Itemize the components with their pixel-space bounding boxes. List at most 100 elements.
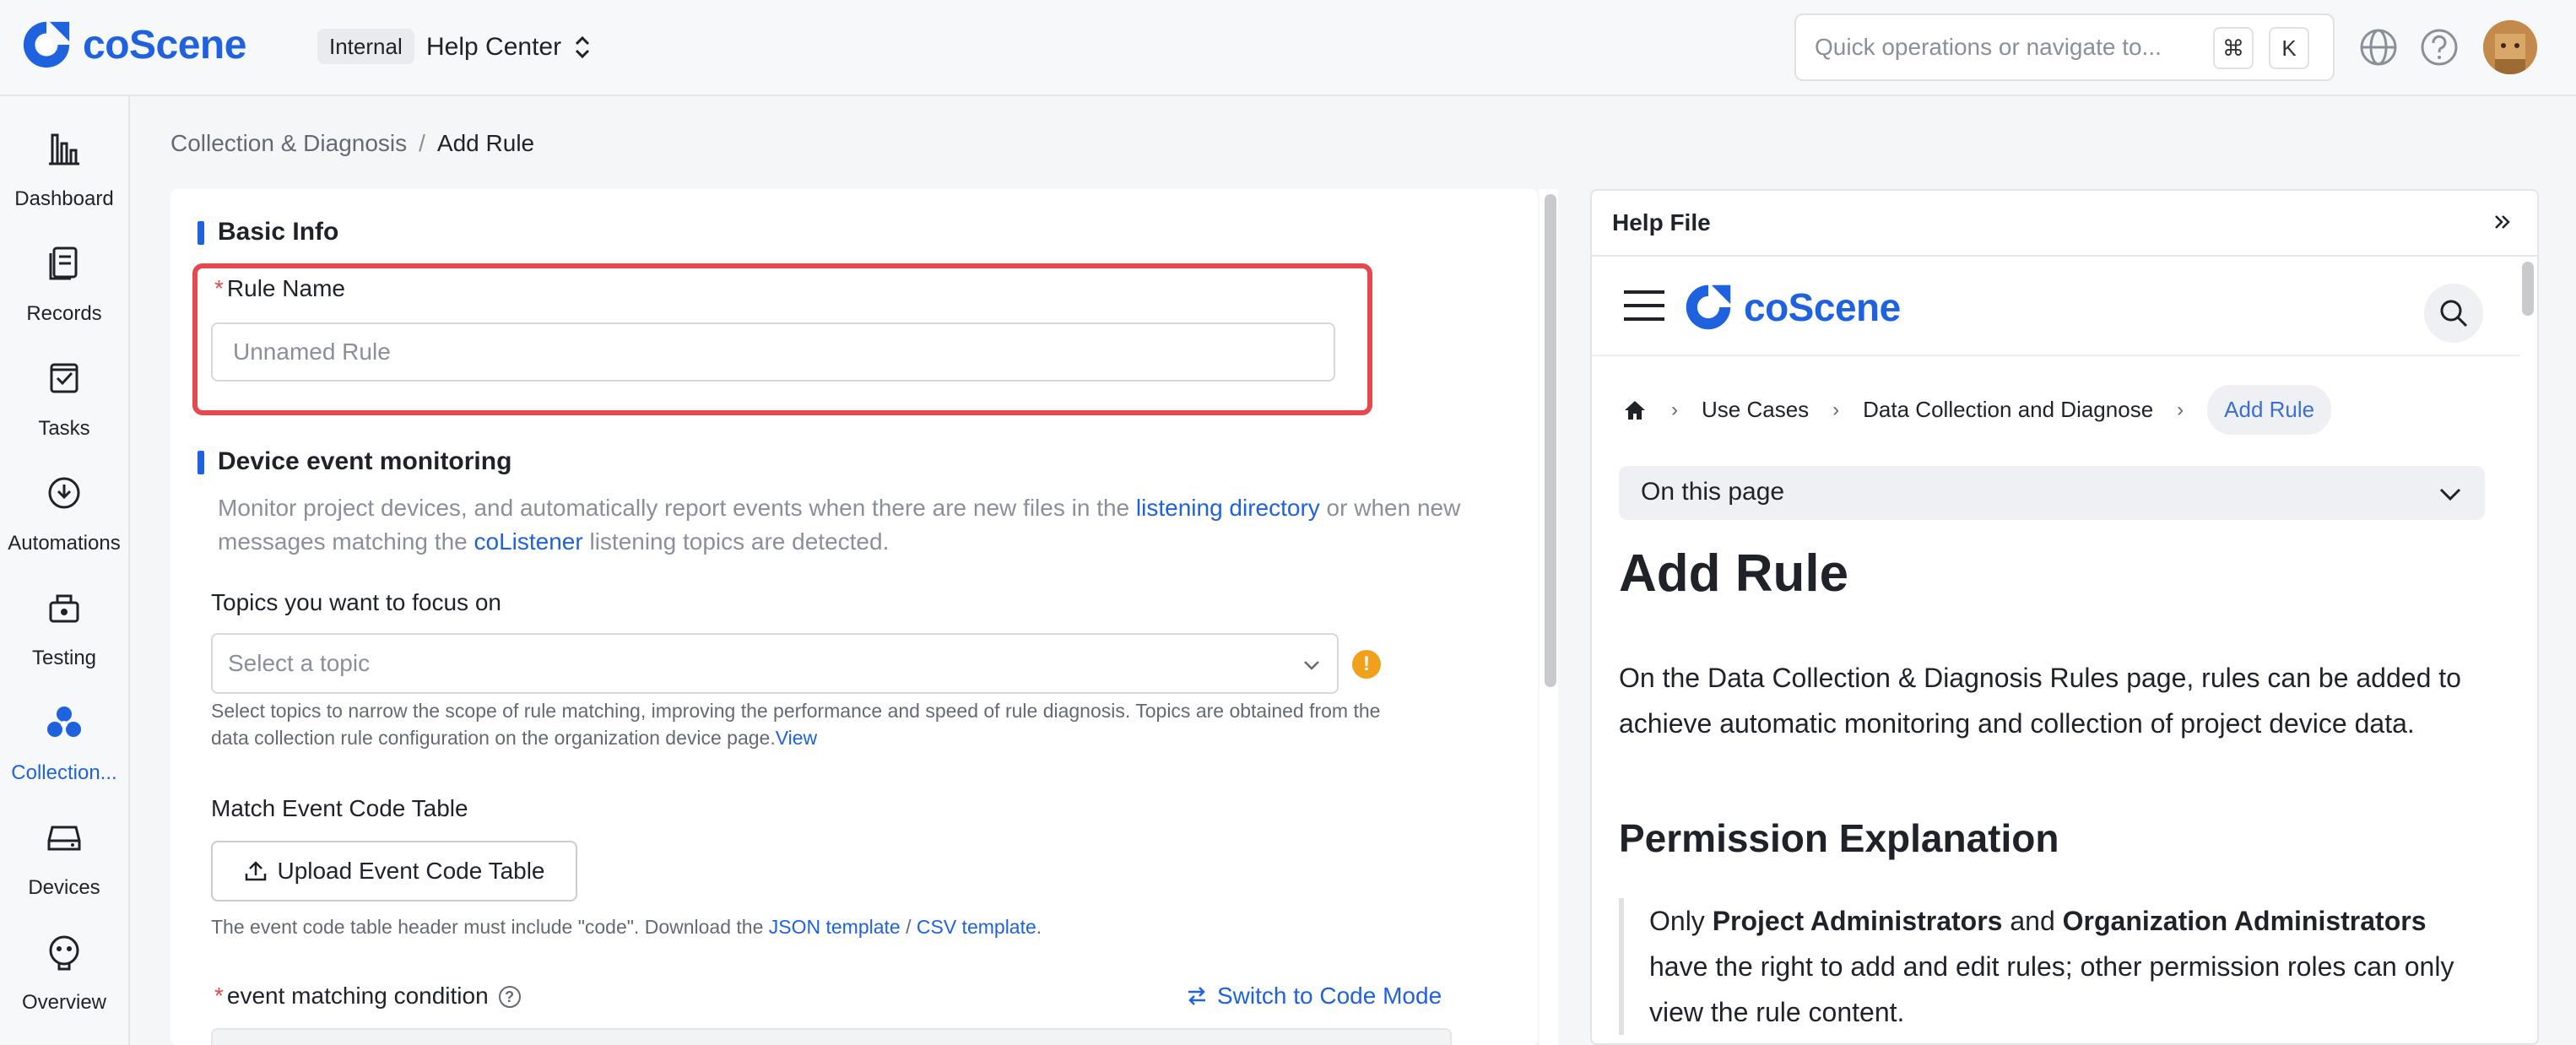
sidebar-item-tasks[interactable]: Tasks: [0, 346, 128, 447]
quote-text: have the right to add and edit rules; ot…: [1649, 951, 2454, 1027]
home-icon: [1625, 400, 1645, 420]
quote-text: and: [2002, 906, 2063, 936]
quote-bold: Project Administrators: [1712, 906, 2003, 936]
sidebar-item-records[interactable]: Records: [0, 231, 128, 333]
rule-name-input[interactable]: [211, 322, 1335, 382]
help-circle-icon[interactable]: [2419, 27, 2460, 68]
sidebar-item-dashboard[interactable]: Dashboard: [0, 116, 128, 218]
sidebar-item-label: Devices: [28, 876, 100, 899]
project-switch-icon[interactable]: [572, 32, 593, 62]
csv-template-link[interactable]: CSV template: [917, 916, 1036, 938]
avatar-image-icon: [2483, 20, 2537, 74]
doc-search-button[interactable]: [2424, 284, 2483, 343]
rule-name-label-text: Rule Name: [226, 275, 345, 301]
warning-icon[interactable]: !: [1352, 650, 1381, 679]
listening-directory-link[interactable]: listening directory: [1136, 495, 1320, 521]
form-scrollbar[interactable]: [1545, 194, 1556, 687]
question-circle-icon[interactable]: ?: [498, 986, 521, 1008]
event-code-table-label: Match Event Code Table: [211, 795, 468, 821]
json-template-link[interactable]: JSON template: [769, 916, 901, 938]
sidebar-item-label: Testing: [31, 647, 97, 669]
on-this-page-toggle[interactable]: On this page: [1619, 466, 2485, 520]
sidebar-item-label: Collection...: [11, 761, 117, 784]
doc-crumb-data-collection[interactable]: Data Collection and Diagnose: [1863, 397, 2153, 423]
search-placeholder: Quick operations or navigate to...: [1815, 34, 2162, 60]
event-condition-label: * event matching condition?: [214, 983, 521, 1010]
chevron-right-icon: ›: [1832, 398, 1840, 421]
colistener-link[interactable]: coListener: [474, 528, 583, 555]
sidebar-item-devices[interactable]: Devices: [0, 805, 128, 907]
top-header: coScene Internal Help Center Quick opera…: [0, 0, 2576, 96]
rule-name-label: * Rule Name: [214, 275, 345, 302]
monitoring-description: Monitor project devices, and automatical…: [218, 491, 1501, 559]
required-mark: *: [214, 983, 224, 1009]
help-scrollbar[interactable]: [2522, 262, 2534, 316]
testing-icon: [49, 594, 79, 623]
breadcrumb: Collection & Diagnosis / Add Rule: [170, 128, 534, 159]
sidebar-item-testing[interactable]: Testing: [0, 576, 128, 677]
globe-icon[interactable]: [2358, 27, 2399, 68]
sidebar-item-label: Records: [26, 302, 102, 325]
quote-text: Only: [1649, 906, 1713, 936]
left-sidebar: Dashboard Records Tasks Automations Test…: [0, 96, 130, 1045]
sidebar-item-automations[interactable]: Automations: [0, 461, 128, 562]
shortcut-mod-key: ⌘: [2213, 27, 2254, 69]
desc-text: listening topics are detected.: [582, 528, 890, 555]
switch-mode-label: Switch to Code Mode: [1217, 983, 1442, 1009]
desc-text: Monitor project devices, and automatical…: [218, 495, 1136, 521]
bar-chart-icon: [49, 133, 79, 165]
doc-crumb-use-cases[interactable]: Use Cases: [1702, 397, 1809, 423]
coscene-logo-icon: [23, 21, 70, 68]
chevron-right-icon: ›: [2177, 398, 2184, 421]
sidebar-item-overview[interactable]: Overview: [0, 920, 128, 1021]
help-panel-header: Help File: [1592, 191, 2537, 257]
project-name[interactable]: Help Center: [426, 30, 561, 64]
menu-icon[interactable]: [1622, 287, 1666, 324]
doc-brand-logo[interactable]: coScene: [1683, 282, 1901, 333]
topics-label: Topics you want to focus on: [211, 589, 501, 615]
help-panel-title: Help File: [1612, 209, 1711, 236]
automations-icon: [48, 477, 80, 509]
sidebar-item-label: Overview: [21, 991, 107, 1014]
brand-name: coScene: [83, 22, 246, 68]
condition-editor[interactable]: [211, 1028, 1452, 1045]
sidebar-item-label: Automations: [8, 532, 121, 555]
collapse-double-chevron-icon[interactable]: [2490, 209, 2515, 235]
doc-breadcrumb: › Use Cases › Data Collection and Diagno…: [1622, 385, 2332, 435]
doc-intro: On the Data Collection & Diagnosis Rules…: [1619, 663, 2461, 739]
help-panel: Help File coScene › Use Cases › Data Col…: [1590, 189, 2539, 1045]
devices-icon: [47, 826, 81, 851]
shortcut-k-key: K: [2269, 27, 2309, 69]
search-icon: [2440, 300, 2468, 328]
home-crumb[interactable]: [1622, 398, 1648, 423]
sidebar-item-label: Tasks: [38, 417, 90, 440]
doc-brand-name: coScene: [1744, 285, 1901, 329]
breadcrumb-separator: /: [419, 130, 425, 156]
hint-text: The event code table header must include…: [211, 916, 769, 938]
code-table-hint: The event code table header must include…: [211, 913, 1410, 940]
doc-navbar: coScene: [1592, 258, 2520, 356]
breadcrumb-parent[interactable]: Collection & Diagnosis: [170, 130, 407, 156]
tasks-icon: [50, 363, 78, 393]
upload-button-label: Upload Event Code Table: [277, 858, 545, 884]
event-condition-label-text: event matching condition: [226, 983, 489, 1009]
coscene-logo-icon: [1686, 284, 1731, 330]
topic-select[interactable]: Select a topic: [211, 633, 1339, 694]
view-topics-link[interactable]: View: [776, 727, 817, 749]
swap-icon: [1188, 987, 1205, 1005]
project-visibility-tag: Internal: [317, 29, 414, 64]
on-this-page-label: On this page: [1641, 478, 1785, 506]
user-avatar[interactable]: [2483, 20, 2537, 74]
records-icon: [49, 246, 78, 280]
sidebar-item-collection[interactable]: Collection...: [0, 690, 128, 792]
upload-event-code-button[interactable]: Upload Event Code Table: [211, 841, 577, 902]
switch-code-mode-button[interactable]: Switch to Code Mode: [1185, 983, 1442, 1010]
chevron-down-icon: [1304, 661, 1319, 670]
doc-crumb-current[interactable]: Add Rule: [2207, 385, 2332, 435]
command-search[interactable]: Quick operations or navigate to... ⌘ K: [1794, 14, 2335, 81]
collection-icon: [47, 707, 81, 737]
doc-title: Add Rule: [1619, 544, 1849, 603]
section-device-monitoring: Device event monitoring: [198, 447, 511, 476]
brand-logo[interactable]: coScene: [20, 19, 246, 71]
hint-separator: /: [900, 916, 917, 938]
